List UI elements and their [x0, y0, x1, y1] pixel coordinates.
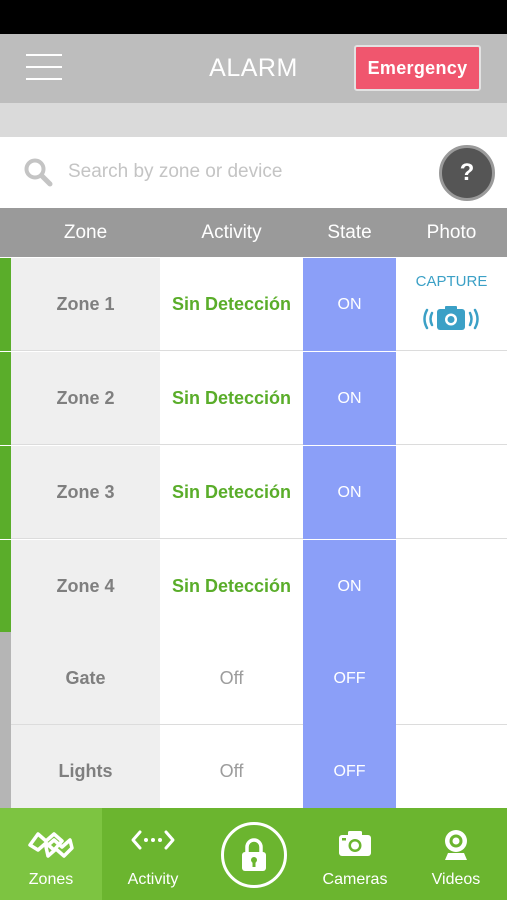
zone-status-accent: [0, 258, 11, 351]
zone-name: Zone 4: [11, 540, 160, 632]
tab-cameras-label: Cameras: [322, 871, 388, 888]
table-row[interactable]: Zone 2 Sin Detección ON: [0, 352, 507, 445]
zone-status-accent: [0, 446, 11, 539]
table-row[interactable]: Zone 3 Sin Detección ON: [0, 446, 507, 539]
capture-label: CAPTURE: [415, 273, 488, 290]
tab-cameras[interactable]: Cameras: [305, 808, 405, 900]
table-header: Zone Activity State Photo: [0, 208, 507, 257]
photo-cell: [396, 632, 507, 724]
activity-arrows-icon: [131, 830, 175, 850]
tab-videos[interactable]: Videos: [405, 808, 507, 900]
search-bar: ?: [0, 137, 507, 208]
zone-status-accent: [0, 540, 11, 633]
lock-icon: [242, 838, 266, 871]
tab-bar: Zones Activity Cameras Videos: [0, 808, 507, 900]
activity-status: Off: [219, 667, 244, 688]
zone-status-accent: [0, 725, 11, 818]
state-toggle[interactable]: OFF: [303, 632, 396, 725]
photo-cell: [396, 725, 507, 817]
emergency-button[interactable]: Emergency: [354, 45, 481, 91]
zone-name: Zone 2: [11, 352, 160, 444]
state-toggle[interactable]: ON: [303, 540, 396, 633]
tab-activity[interactable]: Activity: [102, 808, 204, 900]
state-toggle[interactable]: OFF: [303, 725, 396, 818]
column-header-state: State: [327, 222, 372, 243]
table-row[interactable]: Lights Off OFF: [0, 725, 507, 818]
camera-icon: [339, 831, 371, 856]
photo-cell: [396, 446, 507, 538]
state-toggle[interactable]: ON: [303, 258, 396, 351]
tab-activity-label: Activity: [127, 871, 179, 888]
activity-status: Sin Detección: [171, 575, 292, 596]
zone-name: Gate: [11, 632, 160, 724]
column-header-activity: Activity: [201, 222, 262, 243]
zone-status-accent: [0, 632, 11, 725]
activity-status: Sin Detección: [171, 293, 292, 314]
photo-cell: [396, 352, 507, 444]
table-row[interactable]: Zone 1 Sin Detección ON CAPTURE: [0, 258, 507, 351]
zone-name: Lights: [11, 725, 160, 817]
column-header-photo: Photo: [426, 222, 477, 243]
zone-name: Zone 1: [11, 258, 160, 350]
table-row[interactable]: Gate Off OFF: [0, 632, 507, 725]
lock-button[interactable]: [221, 822, 287, 888]
webcam-icon: [445, 830, 467, 860]
status-bar: [0, 0, 507, 34]
search-icon: [24, 158, 53, 187]
activity-status: Off: [219, 760, 244, 781]
tab-zones-label: Zones: [28, 871, 74, 888]
table-row[interactable]: Zone 4 Sin Detección ON: [0, 540, 507, 633]
nav-bar: ALARM Emergency: [0, 34, 507, 103]
divider-strip: [0, 103, 507, 137]
photo-cell: [396, 540, 507, 632]
tab-zones[interactable]: Zones: [0, 808, 102, 900]
activity-status: Sin Detección: [171, 481, 292, 502]
activity-status: Sin Detección: [171, 387, 292, 408]
zones-icon: [28, 832, 74, 858]
camera-capture-icon[interactable]: [419, 302, 483, 336]
photo-cell: CAPTURE: [396, 258, 507, 350]
zone-name: Zone 3: [11, 446, 160, 538]
zone-status-accent: [0, 352, 11, 445]
search-input[interactable]: [68, 156, 418, 188]
state-toggle[interactable]: ON: [303, 352, 396, 445]
state-toggle[interactable]: ON: [303, 446, 396, 539]
hamburger-menu-icon[interactable]: [26, 54, 62, 82]
help-button[interactable]: ?: [439, 145, 495, 201]
tab-videos-label: Videos: [431, 871, 481, 888]
column-header-zone: Zone: [63, 222, 108, 243]
